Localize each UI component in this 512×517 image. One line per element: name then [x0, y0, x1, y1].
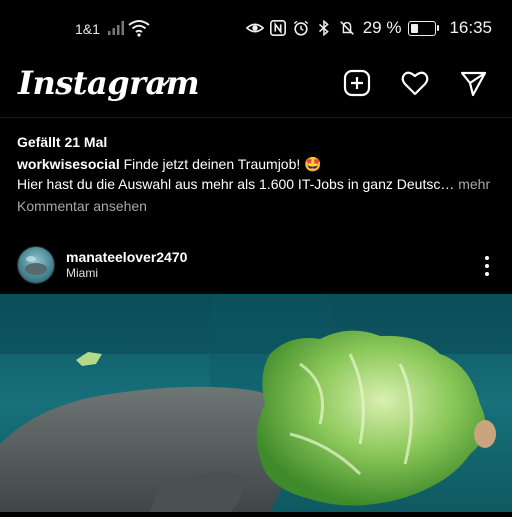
signal-icon [108, 21, 124, 35]
status-icons: 29 % 16:35 [245, 18, 492, 38]
activity-button[interactable] [400, 68, 430, 98]
post-image[interactable] [0, 294, 512, 512]
header-actions [342, 68, 488, 98]
nfc-icon [269, 19, 286, 37]
avatar-image [18, 247, 54, 283]
direct-messages-button[interactable] [458, 68, 488, 98]
wifi-icon [128, 20, 150, 37]
avatar[interactable] [17, 246, 55, 284]
post-username[interactable]: manateelover2470 [66, 249, 187, 265]
manatee-photo [0, 294, 512, 512]
alarm-icon [293, 20, 308, 36]
battery-icon [408, 20, 440, 36]
view-comments-link[interactable]: Kommentar ansehen [17, 198, 147, 214]
caption-username[interactable]: workwisesocial [17, 156, 120, 172]
bluetooth-icon [318, 19, 329, 37]
app-header: Instagram [0, 58, 512, 110]
post-header: manateelover2470 Miami [0, 240, 512, 292]
battery-percent: 29 % [362, 18, 402, 37]
instagram-logo[interactable]: Instagram [18, 64, 200, 102]
mute-icon [339, 21, 354, 35]
clock: 16:35 [449, 18, 492, 37]
status-bar: 1&1 29 % 16:35 [0, 0, 512, 58]
post-caption: workwisesocial Finde jetzt deinen Traumj… [17, 154, 497, 194]
chevron-down-icon[interactable] [157, 78, 171, 88]
likes-count[interactable]: Gefällt 21 Mal [17, 134, 107, 150]
post-location[interactable]: Miami [66, 266, 98, 280]
post-divider [0, 117, 512, 118]
direct-message-icon [460, 71, 487, 97]
heart-icon [401, 71, 429, 96]
battery-fill [411, 23, 418, 33]
more-link[interactable]: mehr [454, 176, 490, 192]
eye-icon [245, 23, 264, 33]
caption-text: Finde jetzt deinen Traumjob! 🤩 [119, 156, 322, 172]
more-options-icon[interactable] [482, 254, 492, 278]
caption-text-line2: Hier hast du die Auswahl aus mehr als 1.… [17, 176, 455, 192]
carrier-label: 1&1 [75, 21, 100, 37]
add-post-icon [343, 69, 371, 97]
new-post-button[interactable] [342, 68, 372, 98]
